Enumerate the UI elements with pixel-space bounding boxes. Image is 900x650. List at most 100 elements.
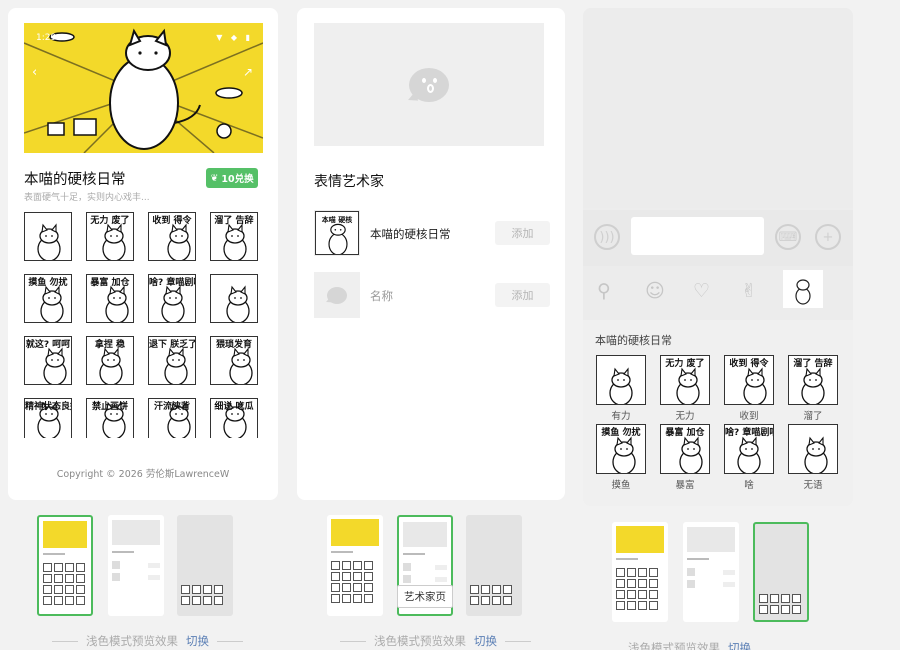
placeholder-thumbnail <box>314 272 360 318</box>
sticker-item[interactable]: 暴富 加仓 <box>660 424 710 474</box>
back-arrow-icon[interactable]: ‹ <box>32 65 37 80</box>
sticker-item[interactable]: 退下 朕乏了 <box>148 336 196 385</box>
sticker-pack-banner: 1:29 ▼ ◆ ▮ ‹ ↗ <box>24 23 263 153</box>
leaf-icon: ❦ <box>210 172 219 184</box>
switch-link[interactable]: 切换 <box>728 640 751 650</box>
sticker-item[interactable] <box>210 274 258 323</box>
artist-page-preview: 表情艺术家 本喵 硬核 本喵的硬核日常 添加 名称 添加 <box>297 8 565 500</box>
sticker-item[interactable]: 无力 废了 <box>86 212 134 261</box>
sticker-pack-panel: 本喵的硬核日常 有力 无力 废了无力 收到 得令收到 溜了 告辞溜了 摸鱼 勿扰… <box>583 320 853 506</box>
chat-sticker-cell[interactable]: 摸鱼 勿扰 摸鱼 <box>596 424 646 491</box>
chat-sticker-grid: 有力 无力 废了无力 收到 得令收到 溜了 告辞溜了 摸鱼 勿扰 摸鱼 暴富 加仓… <box>596 355 838 491</box>
sticker-item[interactable]: 溜了 告辞 <box>788 355 838 405</box>
sticker-item[interactable]: 拿捏 稳 <box>86 336 134 385</box>
chat-sticker-cell[interactable]: 无力 废了 无力 <box>660 355 710 422</box>
sticker-item[interactable]: 暴富 加仓 <box>86 274 134 323</box>
cat-doodle-icon <box>226 285 250 322</box>
status-time: 1:29 <box>36 33 57 43</box>
chat-sticker-cell[interactable]: 暴富 加仓 暴富 <box>660 424 710 491</box>
chat-input-bar: ))) ⌨ + <box>583 210 853 266</box>
sticker-item[interactable]: 啥? 章喵剧喵 <box>148 274 196 323</box>
sticker-caption: 暴富 加仓 <box>90 278 130 288</box>
smiley-icon[interactable]: ☺ <box>645 280 665 302</box>
keyboard-icon[interactable]: ⌨ <box>775 224 801 250</box>
sticker-item[interactable] <box>596 355 646 405</box>
sticker-item[interactable]: 就这? 呵呵 <box>24 336 72 385</box>
tab-sticker-pack[interactable] <box>783 270 823 308</box>
thumb-chat-page[interactable] <box>177 515 233 616</box>
artist-title: 表情艺术家 <box>314 174 384 190</box>
add-button[interactable]: 添加 <box>495 221 550 245</box>
sticker-item[interactable] <box>788 424 838 474</box>
hover-tooltip: 艺术家页 <box>397 585 453 608</box>
sticker-item[interactable]: 收到 得令 <box>724 355 774 405</box>
status-icons: ▼ ◆ ▮ <box>216 33 253 42</box>
switch-link[interactable]: 切换 <box>186 633 209 649</box>
share-icon[interactable]: ↗ <box>243 65 253 79</box>
cat-doodle-icon <box>804 436 828 473</box>
switch-link[interactable]: 切换 <box>474 633 497 649</box>
pack-title: 本喵的硬核日常 <box>24 172 126 188</box>
sticker-label: 啥 <box>744 480 754 491</box>
sticker-caption: 啥? 章喵剧喵 <box>149 278 195 288</box>
sticker-item[interactable]: 摸鱼 勿扰 <box>596 424 646 474</box>
artist-pack-row[interactable]: 本喵 硬核 本喵的硬核日常 添加 <box>314 210 550 256</box>
chat-sticker-cell[interactable]: 有力 <box>596 355 646 422</box>
sticker-caption: 细说 吃瓜 <box>214 402 254 412</box>
sticker-item[interactable] <box>24 212 72 261</box>
sticker-caption: 收到 得令 <box>152 216 192 226</box>
sticker-caption: 摸鱼 勿扰 <box>601 428 641 438</box>
sticker-item[interactable]: 禁止画饼 <box>86 398 134 438</box>
search-icon[interactable]: ⚲ <box>597 280 611 302</box>
chat-bubble-icon <box>327 286 347 304</box>
thumb-detail-page[interactable] <box>612 522 668 622</box>
sticker-item[interactable]: 汗流浃背 <box>148 398 196 438</box>
sticker-item[interactable]: 啥? 章喵剧喵 <box>724 424 774 474</box>
sticker-item[interactable]: 收到 得令 <box>148 212 196 261</box>
sticker-caption: 溜了 告辞 <box>793 359 833 369</box>
pack-subtitle: 表面硬气十足，实则内心戏丰... <box>24 193 150 203</box>
pack-thumbnail: 本喵 硬核 <box>314 210 360 256</box>
sticker-item[interactable]: 细说 吃瓜 <box>210 398 258 438</box>
cat-doodle-icon <box>37 223 61 260</box>
cat-illustration <box>24 28 263 153</box>
chat-bubble-icon <box>409 67 449 102</box>
thumb-artist-page[interactable] <box>683 522 739 622</box>
footer-text: 浅色模式预览效果 <box>374 634 466 648</box>
plus-icon[interactable]: + <box>815 224 841 250</box>
heart-icon[interactable]: ♡ <box>693 280 710 302</box>
chat-sticker-cell[interactable]: 无语 <box>788 424 838 491</box>
sticker-label: 无力 <box>675 411 695 422</box>
sticker-item[interactable]: 猥琐发育 <box>210 336 258 385</box>
detail-page-preview: 1:29 ▼ ◆ ▮ ‹ ↗ 本喵的硬核日常 表面硬气十足，实则内心戏丰... … <box>8 8 278 500</box>
message-input[interactable] <box>631 217 764 255</box>
peace-hand-icon[interactable]: ✌ <box>741 280 757 302</box>
sticker-item[interactable]: 精神状态良好 啊 <box>24 398 72 438</box>
sticker-label: 溜了 <box>803 411 823 422</box>
sticker-caption: 啥? 章喵剧喵 <box>725 428 774 438</box>
add-button[interactable]: 添加 <box>495 283 550 307</box>
copyright-text: Copyright © 2026 劳伦斯LawrenceW <box>56 469 230 480</box>
thumb-detail-page[interactable] <box>37 515 93 616</box>
thumb-chat-page[interactable] <box>753 522 809 622</box>
chat-sticker-cell[interactable]: 溜了 告辞 溜了 <box>788 355 838 422</box>
thumb-detail-page[interactable] <box>327 515 383 616</box>
chat-sticker-cell[interactable]: 啥? 章喵剧喵啥 <box>724 424 774 491</box>
placeholder-name: 名称 <box>370 289 393 303</box>
sticker-label: 有力 <box>611 411 631 422</box>
thumb-chat-page[interactable] <box>466 515 522 616</box>
artist-placeholder-row[interactable]: 名称 添加 <box>314 272 550 318</box>
chat-sticker-cell[interactable]: 收到 得令 收到 <box>724 355 774 422</box>
voice-icon[interactable]: ))) <box>594 224 620 250</box>
sticker-caption: 就这? 呵呵 <box>25 340 71 350</box>
sticker-item[interactable]: 无力 废了 <box>660 355 710 405</box>
sticker-item[interactable]: 摸鱼 勿扰 <box>24 274 72 323</box>
sticker-label: 收到 <box>739 411 759 422</box>
pack-name: 本喵的硬核日常 <box>595 334 672 347</box>
sticker-item[interactable]: 溜了 告辞 <box>210 212 258 261</box>
redeem-button[interactable]: ❦ 10兑换 <box>206 168 258 188</box>
sticker-caption: 摸鱼 勿扰 <box>28 278 68 288</box>
footer-text: 浅色模式预览效果 <box>628 641 720 650</box>
emoji-tab-bar: ⚲ ☺ ♡ ✌ <box>583 266 853 320</box>
thumb-artist-page[interactable] <box>108 515 164 616</box>
